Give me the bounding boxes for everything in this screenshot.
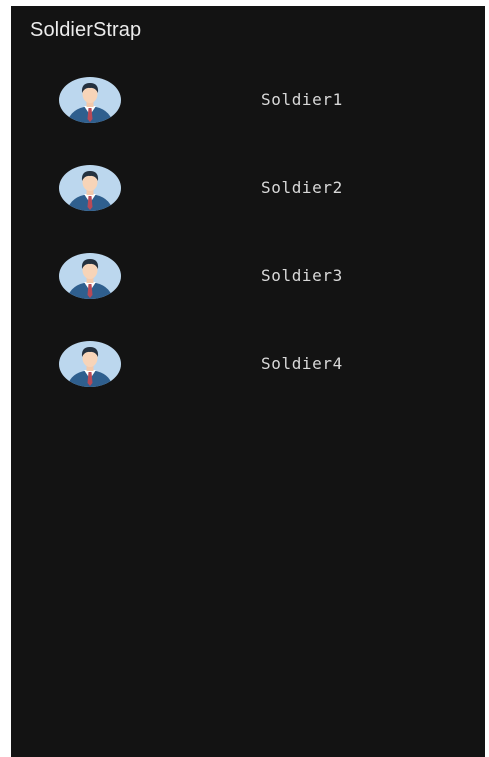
person-avatar-icon — [59, 253, 121, 299]
soldier-name: Soldier3 — [261, 266, 343, 285]
list-item-soldier1[interactable]: Soldier1 — [11, 74, 485, 162]
soldier-name: Soldier2 — [261, 178, 343, 197]
person-avatar-icon — [59, 341, 121, 387]
soldier-name: Soldier4 — [261, 354, 343, 373]
person-avatar-icon — [59, 77, 121, 123]
soldier-name: Soldier1 — [261, 90, 343, 109]
app-screen: SoldierStrap Soldier1 Soldier2 Soldier3 … — [11, 6, 485, 757]
list-item-soldier3[interactable]: Soldier3 — [11, 250, 485, 338]
list-item-soldier4[interactable]: Soldier4 — [11, 338, 485, 426]
soldier-list: Soldier1 Soldier2 Soldier3 Soldier4 — [11, 74, 485, 426]
app-title: SoldierStrap — [30, 19, 142, 41]
person-avatar-icon — [59, 165, 121, 211]
list-item-soldier2[interactable]: Soldier2 — [11, 162, 485, 250]
